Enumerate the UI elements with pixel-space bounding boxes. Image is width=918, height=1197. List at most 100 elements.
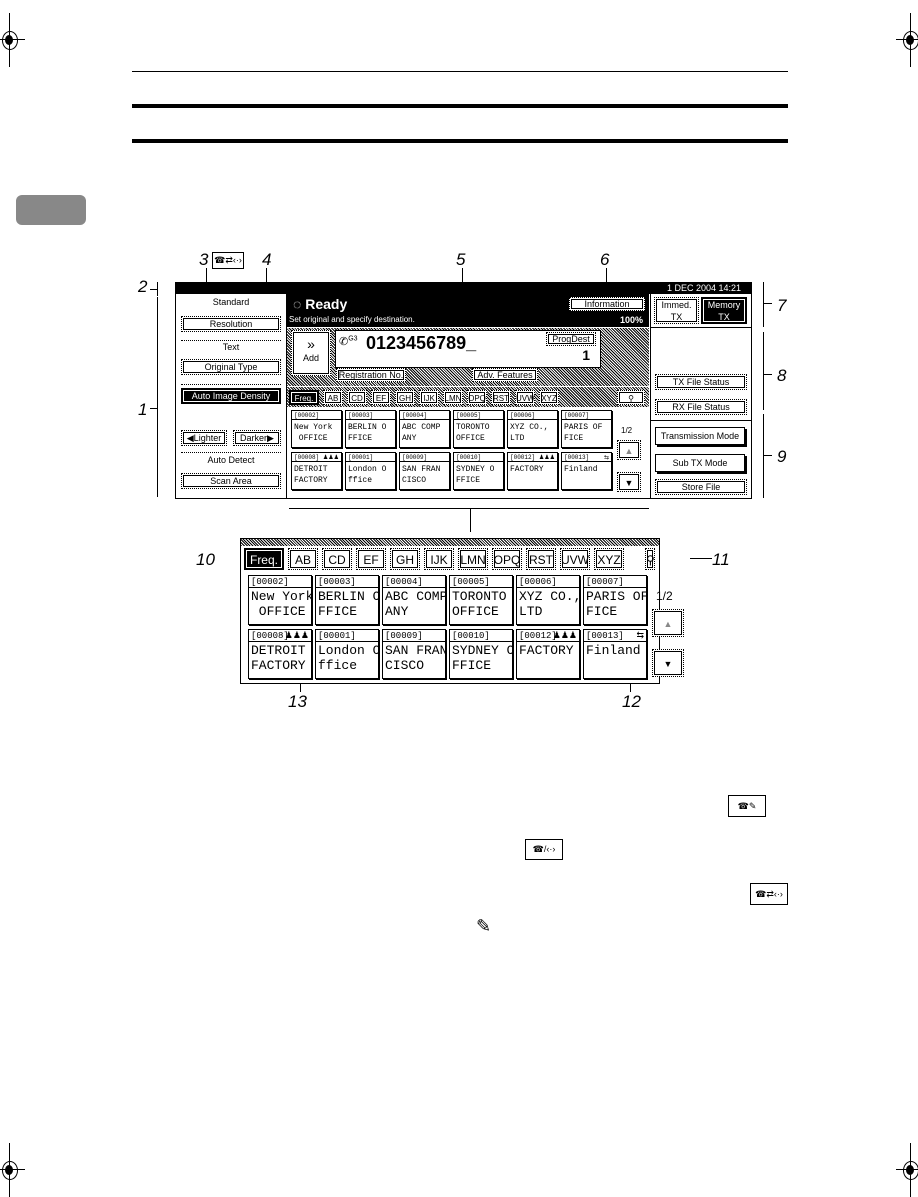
destination-name: FACTORY xyxy=(519,643,574,658)
bracket-line xyxy=(763,414,764,498)
scroll-down-button[interactable]: ▼ xyxy=(652,649,684,677)
transmission-mode-button[interactable]: Transmission Mode xyxy=(655,427,745,445)
destination-name: Finland xyxy=(564,465,598,474)
destination-button[interactable]: [00013] ⇆ Finland xyxy=(583,629,647,679)
lighter-button[interactable]: ◀Lighter xyxy=(181,430,227,446)
add-button[interactable]: » Add xyxy=(291,330,331,376)
callout-6: 6 xyxy=(600,250,610,269)
destination-button[interactable]: [00007] PARIS OF FICE xyxy=(583,575,648,625)
callout-9: 9 xyxy=(777,447,787,466)
darker-button[interactable]: Darker▶ xyxy=(233,430,281,446)
top-status-bar: 1 DEC 2004 14:21 xyxy=(176,283,751,294)
destination-button[interactable]: [00001] London O ffice xyxy=(345,452,396,490)
number-field[interactable]: ✆G3 0123456789_ ProgDest 1 xyxy=(335,330,601,368)
destination-name: New York OFFICE xyxy=(251,589,314,619)
tab-uvw[interactable]: UVW xyxy=(560,548,590,570)
tab-freq[interactable]: Freq. xyxy=(289,390,319,405)
resolution-button[interactable]: Resolution xyxy=(181,316,281,332)
destination-button[interactable]: [00005] TORONTO OFFICE xyxy=(449,575,513,625)
destination-button[interactable]: [00012] ♟♟♟ FACTORY xyxy=(507,452,558,490)
destination-button[interactable]: [00010] SYDNEY O FFICE xyxy=(453,452,504,490)
tab-xyz[interactable]: XYZ xyxy=(594,548,624,570)
destination-button[interactable]: [00007] PARIS OF FICE xyxy=(561,410,612,448)
destination-button[interactable]: [00003] BERLIN O FFICE xyxy=(345,410,396,448)
memory-percent: 100% xyxy=(619,315,643,325)
tab-ab[interactable]: AB xyxy=(323,390,343,405)
rx-file-status-button[interactable]: RX File Status xyxy=(655,399,747,415)
destination-name: BERLIN O FFICE xyxy=(318,589,381,619)
auto-image-density-button[interactable]: Auto Image Density xyxy=(181,388,281,404)
prog-dest-button[interactable]: ProgDest xyxy=(546,332,596,346)
bracket-line xyxy=(150,289,157,290)
tab-lmn[interactable]: LMN xyxy=(458,548,488,570)
callout-12: 12 xyxy=(622,692,641,711)
add-icon: » xyxy=(307,336,315,352)
tab-freq[interactable]: Freq. xyxy=(244,548,284,570)
status-title: Ready xyxy=(305,296,348,312)
chapter-tab xyxy=(16,195,86,225)
destination-code: [00002] xyxy=(292,411,341,420)
destination-code: [00007] xyxy=(584,576,646,588)
original-type-button[interactable]: Original Type xyxy=(181,359,281,375)
tab-ef[interactable]: EF xyxy=(356,548,386,570)
tab-xyz[interactable]: XYZ xyxy=(539,390,559,405)
destination-button[interactable]: [00009] SAN FRAN CISCO xyxy=(382,629,447,679)
tab-opq[interactable]: OPQ xyxy=(467,390,487,405)
destination-button[interactable]: [00006] XYZ CO., LTD xyxy=(507,410,558,448)
destination-button[interactable]: [00003] BERLIN O FFICE xyxy=(315,575,381,625)
scroll-down-button[interactable]: ▼ xyxy=(617,472,641,492)
fax-ip-icon: ⇆ xyxy=(603,454,609,461)
page-indicator: 1/2 xyxy=(656,589,673,603)
tab-gh[interactable]: GH xyxy=(395,390,415,405)
scan-area-button[interactable]: Scan Area xyxy=(181,473,281,489)
memory-tx-button[interactable]: Memory TX xyxy=(701,297,747,324)
tab-rst[interactable]: RST xyxy=(491,390,511,405)
expand-arrow xyxy=(470,508,471,532)
destination-tab-bar-enlarged: Freq. AB CD EF GH IJK LMN OPQ RST UVW XYZ ⚲ xyxy=(241,539,659,573)
adv-features-button[interactable]: Adv. Features xyxy=(472,368,538,382)
search-button[interactable]: ⚲ xyxy=(617,390,645,405)
destination-code: [00001] xyxy=(316,630,378,642)
tab-rst[interactable]: RST xyxy=(526,548,556,570)
tx-file-status-button[interactable]: TX File Status xyxy=(655,374,747,390)
tab-ijk[interactable]: IJK xyxy=(419,390,439,405)
registration-no-button[interactable]: Registration No. xyxy=(336,368,406,382)
destination-code: [00003] xyxy=(316,576,378,588)
tab-lmn[interactable]: LMN xyxy=(443,390,463,405)
immed-tx-button[interactable]: Immed. TX xyxy=(654,297,699,324)
callout-4: 4 xyxy=(262,250,272,269)
tab-ef[interactable]: EF xyxy=(371,390,391,405)
destination-button[interactable]: [00006] XYZ CO., LTD xyxy=(516,575,581,625)
store-file-button[interactable]: Store File xyxy=(655,479,747,495)
search-button[interactable]: ⚲ xyxy=(645,548,655,570)
scroll-up-button[interactable]: ▲ xyxy=(617,440,641,460)
destination-grid: [00002] New York OFFICE [00003] BERLIN O FF… xyxy=(287,408,649,498)
destination-name: London O ffice xyxy=(348,465,387,485)
destination-button[interactable]: [00012] ♟♟♟ FACTORY xyxy=(516,629,580,679)
tab-cd[interactable]: CD xyxy=(347,390,367,405)
tab-cd[interactable]: CD xyxy=(322,548,352,570)
tab-gh[interactable]: GH xyxy=(390,548,420,570)
destination-button[interactable]: [00001] London O ffice xyxy=(315,629,380,679)
destination-button[interactable]: [00004] ABC COMP ANY xyxy=(399,410,450,448)
destination-button[interactable]: [00002] New York OFFICE xyxy=(291,410,342,448)
tab-opq[interactable]: OPQ xyxy=(492,548,522,570)
sub-tx-mode-button[interactable]: Sub TX Mode xyxy=(655,454,745,472)
scan-area-value: Auto Detect xyxy=(207,455,255,465)
destination-name: Finland xyxy=(586,643,641,658)
destination-button[interactable]: [00004] ABC COMP ANY xyxy=(382,575,447,625)
tab-ijk[interactable]: IJK xyxy=(424,548,454,570)
destination-button[interactable]: [00008] ♟♟♟ DETROIT FACTORY xyxy=(291,452,342,490)
destination-button[interactable]: [00005] TORONTO OFFICE xyxy=(453,410,504,448)
destination-button[interactable]: [00008] ♟♟♟ DETROIT FACTORY xyxy=(248,629,312,679)
destination-button[interactable]: [00013] ⇆ Finland xyxy=(561,452,612,490)
tab-ab[interactable]: AB xyxy=(288,548,318,570)
callout-13: 13 xyxy=(288,692,307,711)
information-button[interactable]: Information xyxy=(569,297,645,311)
destination-button[interactable]: [00010] SYDNEY O FFICE xyxy=(449,629,514,679)
tab-uvw[interactable]: UVW xyxy=(515,390,535,405)
fax-mail-icon: ☎/‹·› xyxy=(525,839,563,860)
destination-button[interactable]: [00009] SAN FRAN CISCO xyxy=(399,452,450,490)
scroll-up-button[interactable]: ▲ xyxy=(652,609,684,637)
destination-button[interactable]: [00002] New York OFFICE xyxy=(248,575,314,625)
